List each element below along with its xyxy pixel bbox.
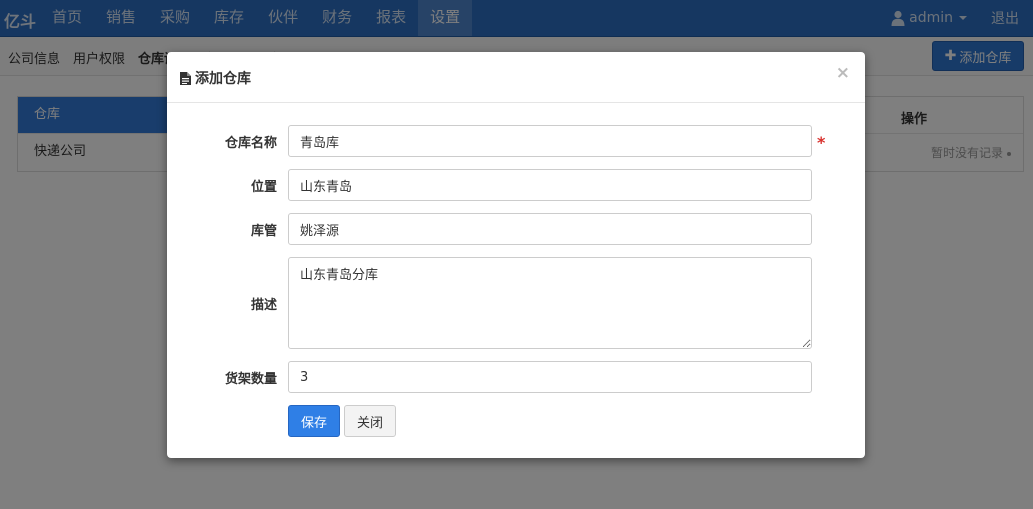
label-manager: 库管	[250, 224, 277, 239]
label-description: 描述	[250, 298, 277, 313]
description-textarea[interactable]: 山东青岛分库	[288, 257, 812, 349]
label-shelf-count: 货架数量	[224, 372, 277, 387]
modal-header: 添加仓库 ×	[167, 52, 865, 103]
document-icon	[180, 71, 191, 85]
modal-title: 添加仓库	[180, 68, 251, 88]
shelf-count-input[interactable]	[288, 361, 812, 393]
save-button[interactable]: 保存	[288, 405, 340, 437]
required-mark: *	[817, 133, 826, 152]
label-warehouse-name: 仓库名称	[224, 136, 277, 151]
location-input[interactable]	[288, 169, 812, 201]
label-location: 位置	[250, 180, 277, 195]
close-button[interactable]: 关闭	[344, 405, 396, 437]
close-icon[interactable]: ×	[836, 65, 850, 82]
modal-title-text: 添加仓库	[195, 71, 251, 87]
warehouse-name-input[interactable]	[288, 125, 812, 157]
manager-input[interactable]	[288, 213, 812, 245]
add-warehouse-modal: 添加仓库 × 仓库名称 * 位置 库管 描述 山东青岛分库 货架数量 保存 关闭	[167, 52, 865, 458]
